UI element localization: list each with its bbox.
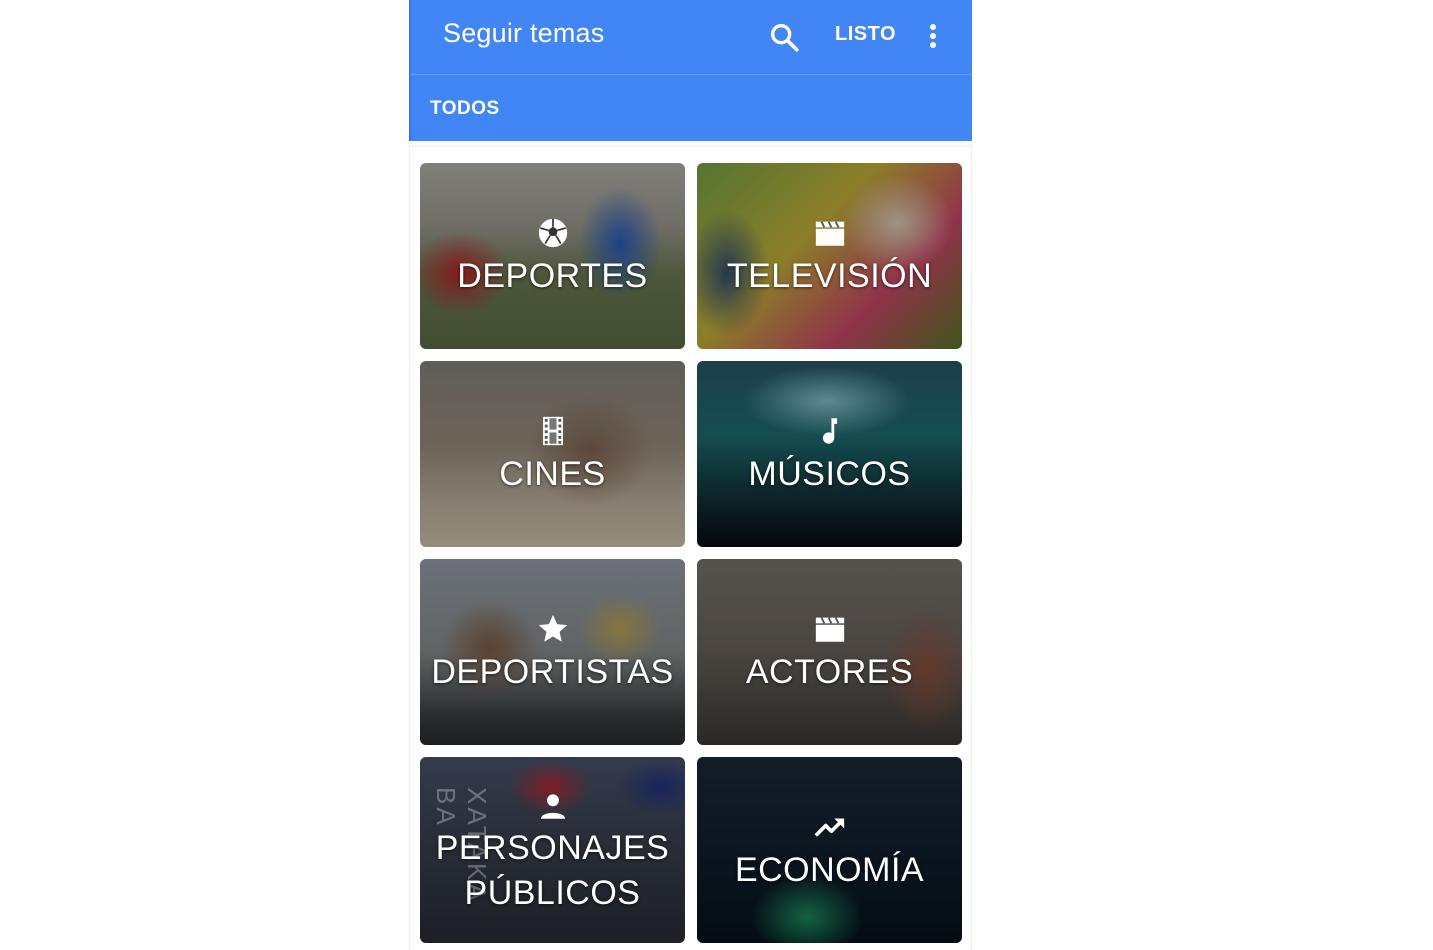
page-title: Seguir temas [443,18,605,48]
phone-screen: Seguir temas LISTO TODOS DEPORTES TELEVI… [409,0,972,950]
music-note-icon [822,418,837,444]
film-strip-icon [542,416,563,446]
more-vert-icon [930,24,936,48]
topic-card-actores[interactable]: ACTORES [697,559,962,745]
topic-card-economia[interactable]: ECONOMÍA [697,757,962,943]
search-button[interactable] [767,20,801,54]
topic-label-line1: PERSONAJES [435,829,670,867]
topic-card-deportistas[interactable]: DEPORTISTAS [420,559,685,745]
star-icon [538,614,567,642]
done-button[interactable]: LISTO [835,23,896,46]
topic-label-line2: PÚBLICOS [464,874,641,912]
search-icon [770,23,799,52]
tab-bar: TODOS [409,74,972,141]
topic-card-deportes[interactable]: DEPORTES [420,163,685,349]
app-bar: Seguir temas LISTO [409,0,972,74]
tab-todos[interactable]: TODOS [430,98,500,120]
more-options-button[interactable] [923,20,943,54]
clapperboard-icon [815,221,844,246]
topic-label: TELEVISIÓN [726,257,933,295]
topic-label: MÚSICOS [748,455,911,493]
topic-label: CINES [499,455,606,493]
topic-card-television[interactable]: TELEVISIÓN [697,163,962,349]
clapperboard-icon [815,617,844,642]
topic-card-personajes-publicos[interactable]: XATAKA BA PERSONAJES PÚBLICOS [420,757,685,943]
topic-label: DEPORTISTAS [431,653,674,691]
person-icon [540,794,565,819]
trending-up-icon [814,818,844,837]
soccer-ball-icon [538,218,567,248]
topic-label: ACTORES [745,653,914,691]
topic-card-cines[interactable]: CINES [420,361,685,547]
topic-label: DEPORTES [457,257,648,295]
topics-grid: DEPORTES TELEVISIÓN CINES MÚSICOS DEPORT… [409,146,972,950]
topic-label: ECONOMÍA [734,851,925,889]
topic-card-musicos[interactable]: MÚSICOS [697,361,962,547]
